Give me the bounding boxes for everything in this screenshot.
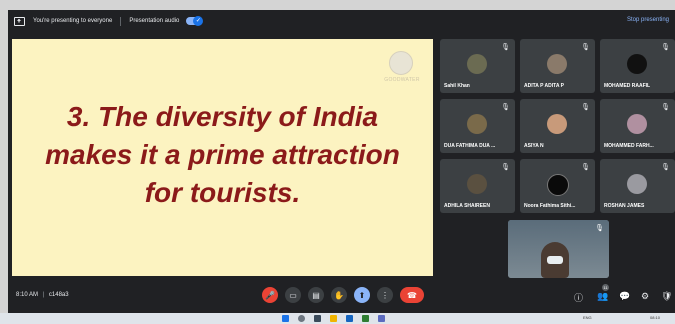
meeting-info-separator: | bbox=[42, 292, 45, 298]
mic-icon: 🎙 bbox=[595, 225, 604, 232]
avatar bbox=[547, 54, 567, 74]
present-screen-icon bbox=[14, 16, 25, 26]
participant-tile[interactable]: 🎙 ADHILA SHAIREEN bbox=[440, 159, 515, 213]
camera-icon: ▭ bbox=[289, 290, 297, 300]
app-icon[interactable] bbox=[346, 315, 353, 322]
slide-line-2: makes it a prime attraction bbox=[45, 139, 400, 170]
search-icon[interactable] bbox=[298, 315, 305, 322]
face-mask bbox=[547, 256, 563, 264]
end-call-icon: ☎ bbox=[407, 290, 417, 300]
mic-off-icon: 🎙 bbox=[661, 44, 670, 51]
mic-off-icon: 🎙 bbox=[581, 44, 590, 51]
slide-line-1: 3. The diversity of India bbox=[66, 101, 379, 132]
participant-name: Noora Fathima Sithi... bbox=[524, 203, 576, 209]
start-icon[interactable] bbox=[282, 315, 289, 322]
raise-hand-button[interactable]: ✋ bbox=[331, 287, 347, 303]
participant-tile[interactable]: 🎙 Sahil Khan bbox=[440, 39, 515, 93]
participant-tile[interactable]: 🎙 ADITA P ADITA P bbox=[520, 39, 595, 93]
participant-name: ADHILA SHAIREEN bbox=[444, 203, 490, 209]
meeting-info: 8:10 AM | c148a3 bbox=[16, 292, 69, 298]
mic-off-icon: 🎙 bbox=[661, 104, 670, 111]
meeting-code: c148a3 bbox=[48, 292, 69, 298]
presentation-audio-toggle[interactable]: ✓ bbox=[186, 16, 204, 26]
activities-icon[interactable]: ⚙ bbox=[641, 291, 649, 302]
presenting-status-text: You're presenting to everyone bbox=[33, 18, 113, 24]
mic-off-icon: 🎙 bbox=[581, 104, 590, 111]
participant-tile[interactable]: 🎙 DUA FATHIMA DUA ... bbox=[440, 99, 515, 153]
slide-text: 3. The diversity of India makes it a pri… bbox=[12, 98, 433, 212]
participant-name: Sahil Khan bbox=[444, 83, 470, 89]
hand-icon: ✋ bbox=[334, 290, 344, 300]
participant-count-badge: 11 bbox=[602, 284, 609, 291]
participant-tile[interactable]: 🎙 MOHAMED RAAFIL bbox=[600, 39, 675, 93]
presentation-audio-label: Presentation audio bbox=[129, 18, 180, 24]
participant-name: MOHAMMED FARH... bbox=[604, 143, 654, 149]
watermark-logo-text: GOODWATER bbox=[384, 77, 420, 83]
meet-window: You're presenting to everyone Presentati… bbox=[8, 10, 675, 313]
mic-off-icon: 🎤 bbox=[265, 290, 275, 300]
participant-tile[interactable]: 🎙 ASIYA N bbox=[520, 99, 595, 153]
chrome-icon[interactable] bbox=[362, 315, 369, 322]
mic-off-icon: 🎙 bbox=[581, 164, 590, 171]
participant-name: DUA FATHIMA DUA ... bbox=[444, 143, 496, 149]
avatar bbox=[547, 114, 567, 134]
mic-off-icon: 🎙 bbox=[501, 164, 510, 171]
captions-button[interactable]: ▤ bbox=[308, 287, 324, 303]
presentation-slide: GOODWATER 3. The diversity of India make… bbox=[12, 39, 433, 276]
presenting-bar: You're presenting to everyone Presentati… bbox=[8, 10, 675, 32]
microphone-button[interactable]: 🎤 bbox=[262, 287, 278, 303]
self-view-tile[interactable]: 🎙 bbox=[508, 220, 609, 278]
avatar bbox=[627, 114, 647, 134]
participant-name: MOHAMED RAAFIL bbox=[604, 83, 651, 89]
participant-name: ROSHAN JAMES bbox=[604, 203, 645, 209]
app-icon[interactable] bbox=[378, 315, 385, 322]
present-icon: ⬆ bbox=[358, 290, 366, 300]
chat-icon[interactable]: 💬 bbox=[619, 291, 630, 302]
avatar bbox=[467, 174, 487, 194]
slide-line-3: for tourists. bbox=[144, 177, 301, 208]
windows-taskbar: ENG 08:10 bbox=[0, 313, 675, 324]
info-icon[interactable]: ⓘ bbox=[574, 291, 583, 304]
avatar bbox=[627, 174, 647, 194]
host-controls-icon[interactable]: 🛡 bbox=[661, 291, 672, 302]
task-view-icon[interactable] bbox=[314, 315, 321, 322]
check-icon: ✓ bbox=[193, 16, 204, 26]
bottom-control-bar: 8:10 AM | c148a3 🎤 ▭ ▤ ✋ ⬆ ⋮ ☎ ⓘ 11 👥 💬 … bbox=[8, 282, 675, 312]
mic-off-icon: 🎙 bbox=[661, 164, 670, 171]
watermark-logo-icon bbox=[389, 51, 413, 75]
participant-name: ASIYA N bbox=[524, 143, 544, 149]
more-vert-icon: ⋮ bbox=[381, 290, 389, 300]
leave-call-button[interactable]: ☎ bbox=[400, 287, 424, 303]
people-icon[interactable]: 👥 bbox=[597, 291, 608, 302]
stop-presenting-button[interactable]: Stop presenting bbox=[627, 17, 669, 23]
avatar bbox=[467, 54, 487, 74]
participant-name: ADITA P ADITA P bbox=[524, 83, 564, 89]
captions-icon: ▤ bbox=[312, 290, 320, 300]
file-explorer-icon[interactable] bbox=[330, 315, 337, 322]
avatar bbox=[467, 114, 487, 134]
meeting-time: 8:10 AM bbox=[16, 292, 39, 298]
system-clock[interactable]: 08:10 bbox=[650, 315, 660, 320]
camera-button[interactable]: ▭ bbox=[285, 287, 301, 303]
more-options-button[interactable]: ⋮ bbox=[377, 287, 393, 303]
avatar bbox=[547, 174, 569, 196]
avatar bbox=[627, 54, 647, 74]
mic-off-icon: 🎙 bbox=[501, 104, 510, 111]
present-now-button[interactable]: ⬆ bbox=[354, 287, 370, 303]
participant-tile[interactable]: 🎙 ROSHAN JAMES bbox=[600, 159, 675, 213]
participant-tile[interactable]: 🎙 Noora Fathima Sithi... bbox=[520, 159, 595, 213]
participant-tile[interactable]: 🎙 MOHAMMED FARH... bbox=[600, 99, 675, 153]
divider bbox=[120, 16, 122, 26]
language-indicator[interactable]: ENG bbox=[583, 315, 592, 320]
mic-off-icon: 🎙 bbox=[501, 44, 510, 51]
